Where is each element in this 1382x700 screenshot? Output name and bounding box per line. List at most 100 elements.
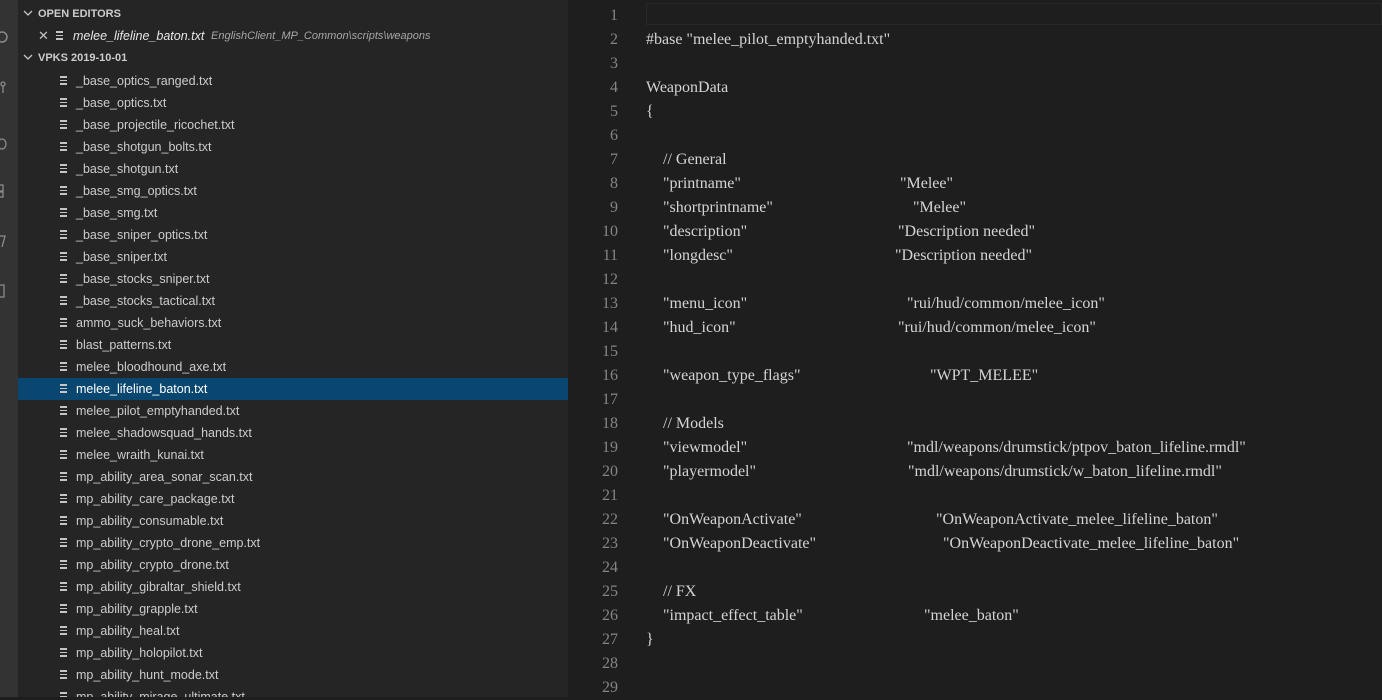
file-name: blast_patterns.txt bbox=[76, 338, 172, 352]
file-icon bbox=[60, 648, 67, 659]
code-key: // Models bbox=[663, 415, 724, 432]
file-icon bbox=[60, 494, 67, 505]
file-icon bbox=[60, 230, 67, 241]
extensions-icon[interactable] bbox=[0, 184, 10, 198]
code-value: "melee_baton" bbox=[924, 607, 1019, 624]
file-tree-item[interactable]: _base_projectile_ricochet.txt bbox=[18, 114, 568, 136]
code-value: "Melee" bbox=[900, 175, 954, 192]
code-key: // General bbox=[663, 151, 727, 168]
close-icon[interactable]: ✕ bbox=[38, 25, 49, 47]
file-name: melee_lifeline_baton.txt bbox=[76, 382, 208, 396]
file-tree-item[interactable]: _base_shotgun_bolts.txt bbox=[18, 136, 568, 158]
file-icon bbox=[60, 296, 67, 307]
line-number: 25 bbox=[602, 583, 618, 600]
line-number: 18 bbox=[602, 415, 618, 432]
source-control-icon[interactable] bbox=[0, 80, 10, 94]
code-line: 14 "hud_icon" "rui/hud/common/melee_icon" bbox=[568, 316, 1382, 340]
code-key: "longdesc" bbox=[663, 247, 733, 264]
file-name: melee_pilot_emptyhanded.txt bbox=[76, 404, 240, 418]
file-name: mp_ability_care_package.txt bbox=[76, 492, 235, 506]
file-tree-item[interactable]: melee_lifeline_baton.txt bbox=[18, 378, 568, 400]
file-tree-item[interactable]: mp_ability_care_package.txt bbox=[18, 488, 568, 510]
file-name: mp_ability_crypto_drone_emp.txt bbox=[76, 536, 261, 550]
file-tree-item[interactable]: _base_optics.txt bbox=[18, 92, 568, 114]
line-number: 19 bbox=[602, 439, 618, 456]
code-line: 22 "OnWeaponActivate" "OnWeaponActivate_me… bbox=[568, 508, 1382, 532]
file-icon bbox=[60, 472, 67, 483]
file-tree-item[interactable]: mp_ability_consumable.txt bbox=[18, 510, 568, 532]
code-value: "Description needed" bbox=[898, 223, 1036, 240]
file-icon bbox=[60, 560, 67, 571]
file-tree-item[interactable]: _base_smg_optics.txt bbox=[18, 180, 568, 202]
file-tree-item[interactable]: ammo_suck_behaviors.txt bbox=[18, 312, 568, 334]
code-value: "mdl/weapons/drumstick/ptpov_baton_lifel… bbox=[907, 439, 1246, 456]
code-line: 26 "impact_effect_table" "melee_baton" bbox=[568, 604, 1382, 628]
line-number: 1 bbox=[610, 7, 618, 24]
file-name: mp_ability_consumable.txt bbox=[76, 514, 224, 528]
file-icon bbox=[60, 76, 67, 87]
code-line: 7 // General bbox=[568, 148, 1382, 172]
file-tree-item[interactable]: _base_stocks_sniper.txt bbox=[18, 268, 568, 290]
remote-explorer-icon[interactable] bbox=[0, 234, 10, 248]
line-number: 27 bbox=[602, 631, 618, 648]
line-number: 6 bbox=[610, 127, 618, 144]
code-line: 19 "viewmodel" "mdl/weapons/drumstick/ptpo… bbox=[568, 436, 1382, 460]
file-tree-item[interactable]: _base_shotgun.txt bbox=[18, 158, 568, 180]
code-line: 29 bbox=[568, 676, 1382, 700]
open-editors-header[interactable]: OPEN EDITORS bbox=[18, 3, 568, 25]
file-icon bbox=[60, 186, 67, 197]
file-tree-item[interactable]: _base_stocks_tactical.txt bbox=[18, 290, 568, 312]
code-line: 1 bbox=[568, 4, 1382, 28]
file-tree-item[interactable]: mp_ability_crypto_drone_emp.txt bbox=[18, 532, 568, 554]
file-tree-item[interactable]: _base_smg.txt bbox=[18, 202, 568, 224]
debug-icon[interactable] bbox=[0, 136, 10, 150]
file-tree-item[interactable]: mp_ability_crypto_drone.txt bbox=[18, 554, 568, 576]
code-editor[interactable]: 1 2 #base "melee_pilot_emptyhanded.txt" 3 4 W… bbox=[568, 0, 1382, 697]
file-icon bbox=[60, 692, 67, 697]
file-tree-item[interactable]: mp_ability_area_sonar_scan.txt bbox=[18, 466, 568, 488]
code-line: 17 bbox=[568, 388, 1382, 412]
file-icon bbox=[60, 384, 67, 395]
file-name: mp_ability_crypto_drone.txt bbox=[76, 558, 229, 572]
file-icon bbox=[60, 582, 67, 593]
vpk-folder-header[interactable]: VPKS 2019-10-01 bbox=[18, 47, 568, 69]
file-icon bbox=[60, 142, 67, 153]
file-name: mp_ability_holopilot.txt bbox=[76, 646, 203, 660]
file-tree-item[interactable]: _base_optics_ranged.txt bbox=[18, 70, 568, 92]
file-tree-item[interactable]: mp_ability_hunt_mode.txt bbox=[18, 664, 568, 686]
open-editor-item[interactable]: ✕ melee_lifeline_baton.txt EnglishClient… bbox=[18, 25, 568, 47]
file-icon bbox=[60, 340, 67, 351]
code-value: "OnWeaponActivate_melee_lifeline_baton" bbox=[936, 511, 1218, 528]
file-name: _base_sniper_optics.txt bbox=[76, 228, 208, 242]
search-icon[interactable] bbox=[0, 30, 10, 44]
document-icon[interactable] bbox=[0, 284, 10, 298]
line-number: 16 bbox=[602, 367, 618, 384]
code-line: 27} bbox=[568, 628, 1382, 652]
line-number: 21 bbox=[602, 487, 618, 504]
code-text: #base "melee_pilot_emptyhanded.txt" bbox=[646, 31, 891, 48]
line-number: 8 bbox=[610, 175, 618, 192]
file-tree-item[interactable]: melee_wraith_kunai.txt bbox=[18, 444, 568, 466]
code-line: 24 bbox=[568, 556, 1382, 580]
file-tree-item[interactable]: mp_ability_grapple.txt bbox=[18, 598, 568, 620]
line-number: 13 bbox=[602, 295, 618, 312]
file-tree-item[interactable]: melee_shadowsquad_hands.txt bbox=[18, 422, 568, 444]
code-value: "Description needed" bbox=[895, 247, 1033, 264]
file-icon bbox=[60, 252, 67, 263]
file-tree-item[interactable]: mp_ability_gibraltar_shield.txt bbox=[18, 576, 568, 598]
code-line: 25 // FX bbox=[568, 580, 1382, 604]
vpk-folder-title: VPKS 2019-10-01 bbox=[38, 52, 128, 64]
file-tree-item[interactable]: _base_sniper_optics.txt bbox=[18, 224, 568, 246]
file-icon bbox=[60, 670, 67, 681]
code-value: "OnWeaponDeactivate_melee_lifeline_baton… bbox=[943, 535, 1240, 552]
file-name: melee_bloodhound_axe.txt bbox=[76, 360, 227, 374]
file-name: mp_ability_grapple.txt bbox=[76, 602, 198, 616]
file-tree-item[interactable]: mp_ability_heal.txt bbox=[18, 620, 568, 642]
code-line: 5{ bbox=[568, 100, 1382, 124]
file-tree-item[interactable]: mp_ability_holopilot.txt bbox=[18, 642, 568, 664]
file-tree-item[interactable]: blast_patterns.txt bbox=[18, 334, 568, 356]
file-tree-item[interactable]: melee_bloodhound_axe.txt bbox=[18, 356, 568, 378]
file-tree-item[interactable]: mp_ability_mirage_ultimate.txt bbox=[18, 686, 568, 697]
file-tree-item[interactable]: _base_sniper.txt bbox=[18, 246, 568, 268]
file-tree-item[interactable]: melee_pilot_emptyhanded.txt bbox=[18, 400, 568, 422]
